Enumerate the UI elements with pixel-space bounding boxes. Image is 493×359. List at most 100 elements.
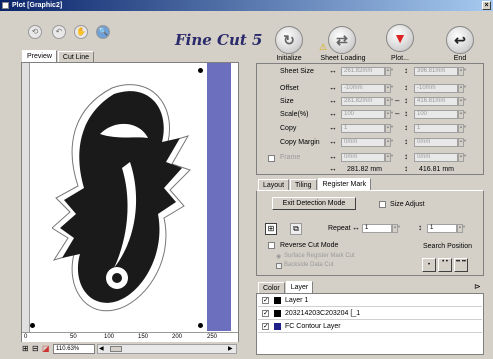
scroll-right-icon[interactable]: ▶ — [228, 345, 233, 352]
surface-radio[interactable]: ◉ — [276, 253, 281, 260]
search-pos-2-button[interactable]: • • — [438, 258, 452, 272]
ruler-tick: 250 — [207, 334, 218, 340]
spinner[interactable]: ▲▼ — [385, 67, 394, 76]
page-icon[interactable]: ⊟ — [32, 344, 39, 353]
height-arrow-icon: ↕ — [404, 152, 408, 161]
tab-cut-line[interactable]: Cut Line — [57, 51, 94, 62]
size-adjust-checkbox[interactable] — [379, 201, 386, 208]
end-button[interactable]: ↩ — [446, 26, 474, 54]
layer-visible-checkbox[interactable]: ✓ — [262, 323, 269, 330]
ruler-tick: 50 — [70, 334, 77, 340]
layer-color-swatch — [274, 297, 281, 304]
width-arrow-icon: ↔ — [329, 83, 337, 92]
zoom-select[interactable]: 110.63% — [53, 344, 95, 354]
spinner[interactable]: ▲▼ — [458, 138, 467, 147]
repeat-w-field[interactable]: 1 — [362, 224, 392, 233]
spinner[interactable]: ▲▼ — [458, 110, 467, 119]
sheet-loading-button[interactable]: ⇄ — [328, 26, 356, 54]
spinner[interactable]: ▲▼ — [458, 67, 467, 76]
search-pos-1-button[interactable]: • — [422, 258, 436, 272]
reverse-cut-label: Reverse Cut Mode — [280, 242, 339, 249]
initialize-label: Initialize — [276, 55, 302, 62]
spinner[interactable]: ▲▼ — [385, 110, 394, 119]
preview-canvas[interactable] — [21, 62, 239, 342]
copy-margin-h-field[interactable]: 0mm — [414, 138, 458, 147]
height-arrow-icon: ↕ — [404, 83, 408, 92]
zoom-icon[interactable]: 🔍 — [96, 25, 110, 39]
layer-row[interactable]: ✓ Layer 1 — [258, 295, 482, 307]
total-width: 281.82 mm — [347, 166, 383, 173]
ruler-tick: 0 — [24, 334, 28, 340]
tab-layout[interactable]: Layout — [258, 179, 290, 190]
spinner[interactable]: ▲▼ — [392, 224, 401, 233]
fish-graphic — [52, 84, 191, 312]
spinner[interactable]: ▲▼ — [385, 153, 394, 162]
tab-color[interactable]: Color — [258, 282, 285, 293]
layer-visible-checkbox[interactable]: ✓ — [262, 297, 269, 304]
tab-tiling[interactable]: Tiling — [290, 179, 317, 190]
rotate-icon[interactable]: ⟲ — [28, 25, 42, 39]
tab-register-mark[interactable]: Register Mark — [317, 178, 372, 190]
mark-type-1-icon[interactable]: ⊞ — [265, 223, 277, 235]
spinner[interactable]: ▲▼ — [458, 153, 467, 162]
spinner[interactable]: ▲▼ — [457, 224, 466, 233]
offset-label: Offset — [280, 85, 299, 92]
sheet-width-field[interactable]: 261.82mm — [341, 67, 385, 76]
height-arrow-icon: ↕ — [404, 164, 408, 173]
spinner[interactable]: ▲▼ — [385, 97, 394, 106]
spinner[interactable]: ▲▼ — [458, 97, 467, 106]
panel-menu-icon[interactable]: ⊳ — [474, 282, 481, 291]
size-h-field[interactable]: 416.81mm — [414, 97, 458, 106]
height-arrow-icon: ↕ — [404, 137, 408, 146]
surface-label: Surface Register Mark Cut — [284, 253, 355, 259]
layer-row[interactable]: ✓ 203214203C203204 [_1 — [258, 308, 482, 320]
mark-type-2-icon[interactable]: ⧉ — [290, 223, 302, 235]
close-button[interactable]: × — [482, 1, 491, 10]
ruler-tick: 100 — [104, 334, 115, 340]
sheet-height-field[interactable]: 396.81mm — [414, 67, 458, 76]
scroll-thumb[interactable] — [110, 346, 122, 352]
layer-row[interactable]: ✓ FC Contour Layer — [258, 321, 482, 333]
plot-button[interactable]: ▼ — [386, 24, 414, 52]
hand-icon[interactable]: ✋ — [74, 25, 88, 39]
tab-preview[interactable]: Preview — [22, 50, 57, 62]
height-arrow-icon: ↕ — [418, 223, 422, 232]
copy-w-field[interactable]: 1 — [341, 124, 385, 133]
copy-h-field[interactable]: 1 — [414, 124, 458, 133]
size-w-field[interactable]: 281.82mm — [341, 97, 385, 106]
spinner[interactable]: ▲▼ — [458, 124, 467, 133]
height-arrow-icon: ↕ — [404, 109, 408, 118]
copy-margin-w-field[interactable]: 0mm — [341, 138, 385, 147]
frame-checkbox[interactable] — [268, 155, 275, 162]
app-icon — [2, 2, 9, 9]
offset-y-field[interactable]: -10mm — [414, 84, 458, 93]
scale-w-field[interactable]: 100 — [341, 110, 385, 119]
spinner[interactable]: ▲▼ — [385, 124, 394, 133]
spinner[interactable]: ▲▼ — [385, 84, 394, 93]
register-mark — [30, 323, 35, 328]
frame-w-field[interactable]: 0mm — [341, 153, 385, 162]
search-pos-4-button[interactable]: •• •• — [454, 258, 468, 272]
width-arrow-icon: ↔ — [352, 223, 360, 232]
scroll-left-icon[interactable]: ◀ — [99, 345, 104, 352]
spinner[interactable]: ▲▼ — [385, 138, 394, 147]
repeat-h-field[interactable]: 1 — [427, 224, 457, 233]
ruler-tick: 200 — [172, 334, 183, 340]
horizontal-scrollbar[interactable]: ◀ ▶ — [97, 344, 237, 354]
fit-icon[interactable]: ⊞ — [22, 344, 29, 353]
scale-h-field[interactable]: 100 — [414, 110, 458, 119]
reverse-cut-checkbox[interactable] — [268, 242, 275, 249]
layer-visible-checkbox[interactable]: ✓ — [262, 310, 269, 317]
marker-icon[interactable]: ◪ — [42, 344, 50, 353]
height-arrow-icon: ↕ — [404, 123, 408, 132]
undo-icon[interactable]: ↶ — [52, 25, 66, 39]
exit-detection-button[interactable]: Exit Detection Mode — [272, 197, 356, 210]
initialize-button[interactable]: ↻ — [275, 26, 303, 54]
title-bar: Plot [Graphic2] × — [0, 0, 493, 11]
backside-checkbox[interactable] — [276, 263, 282, 269]
offset-x-field[interactable]: -10mm — [341, 84, 385, 93]
frame-h-field[interactable]: 0mm — [414, 153, 458, 162]
vertical-ruler — [22, 63, 30, 341]
spinner[interactable]: ▲▼ — [458, 84, 467, 93]
tab-layer[interactable]: Layer — [285, 281, 314, 293]
